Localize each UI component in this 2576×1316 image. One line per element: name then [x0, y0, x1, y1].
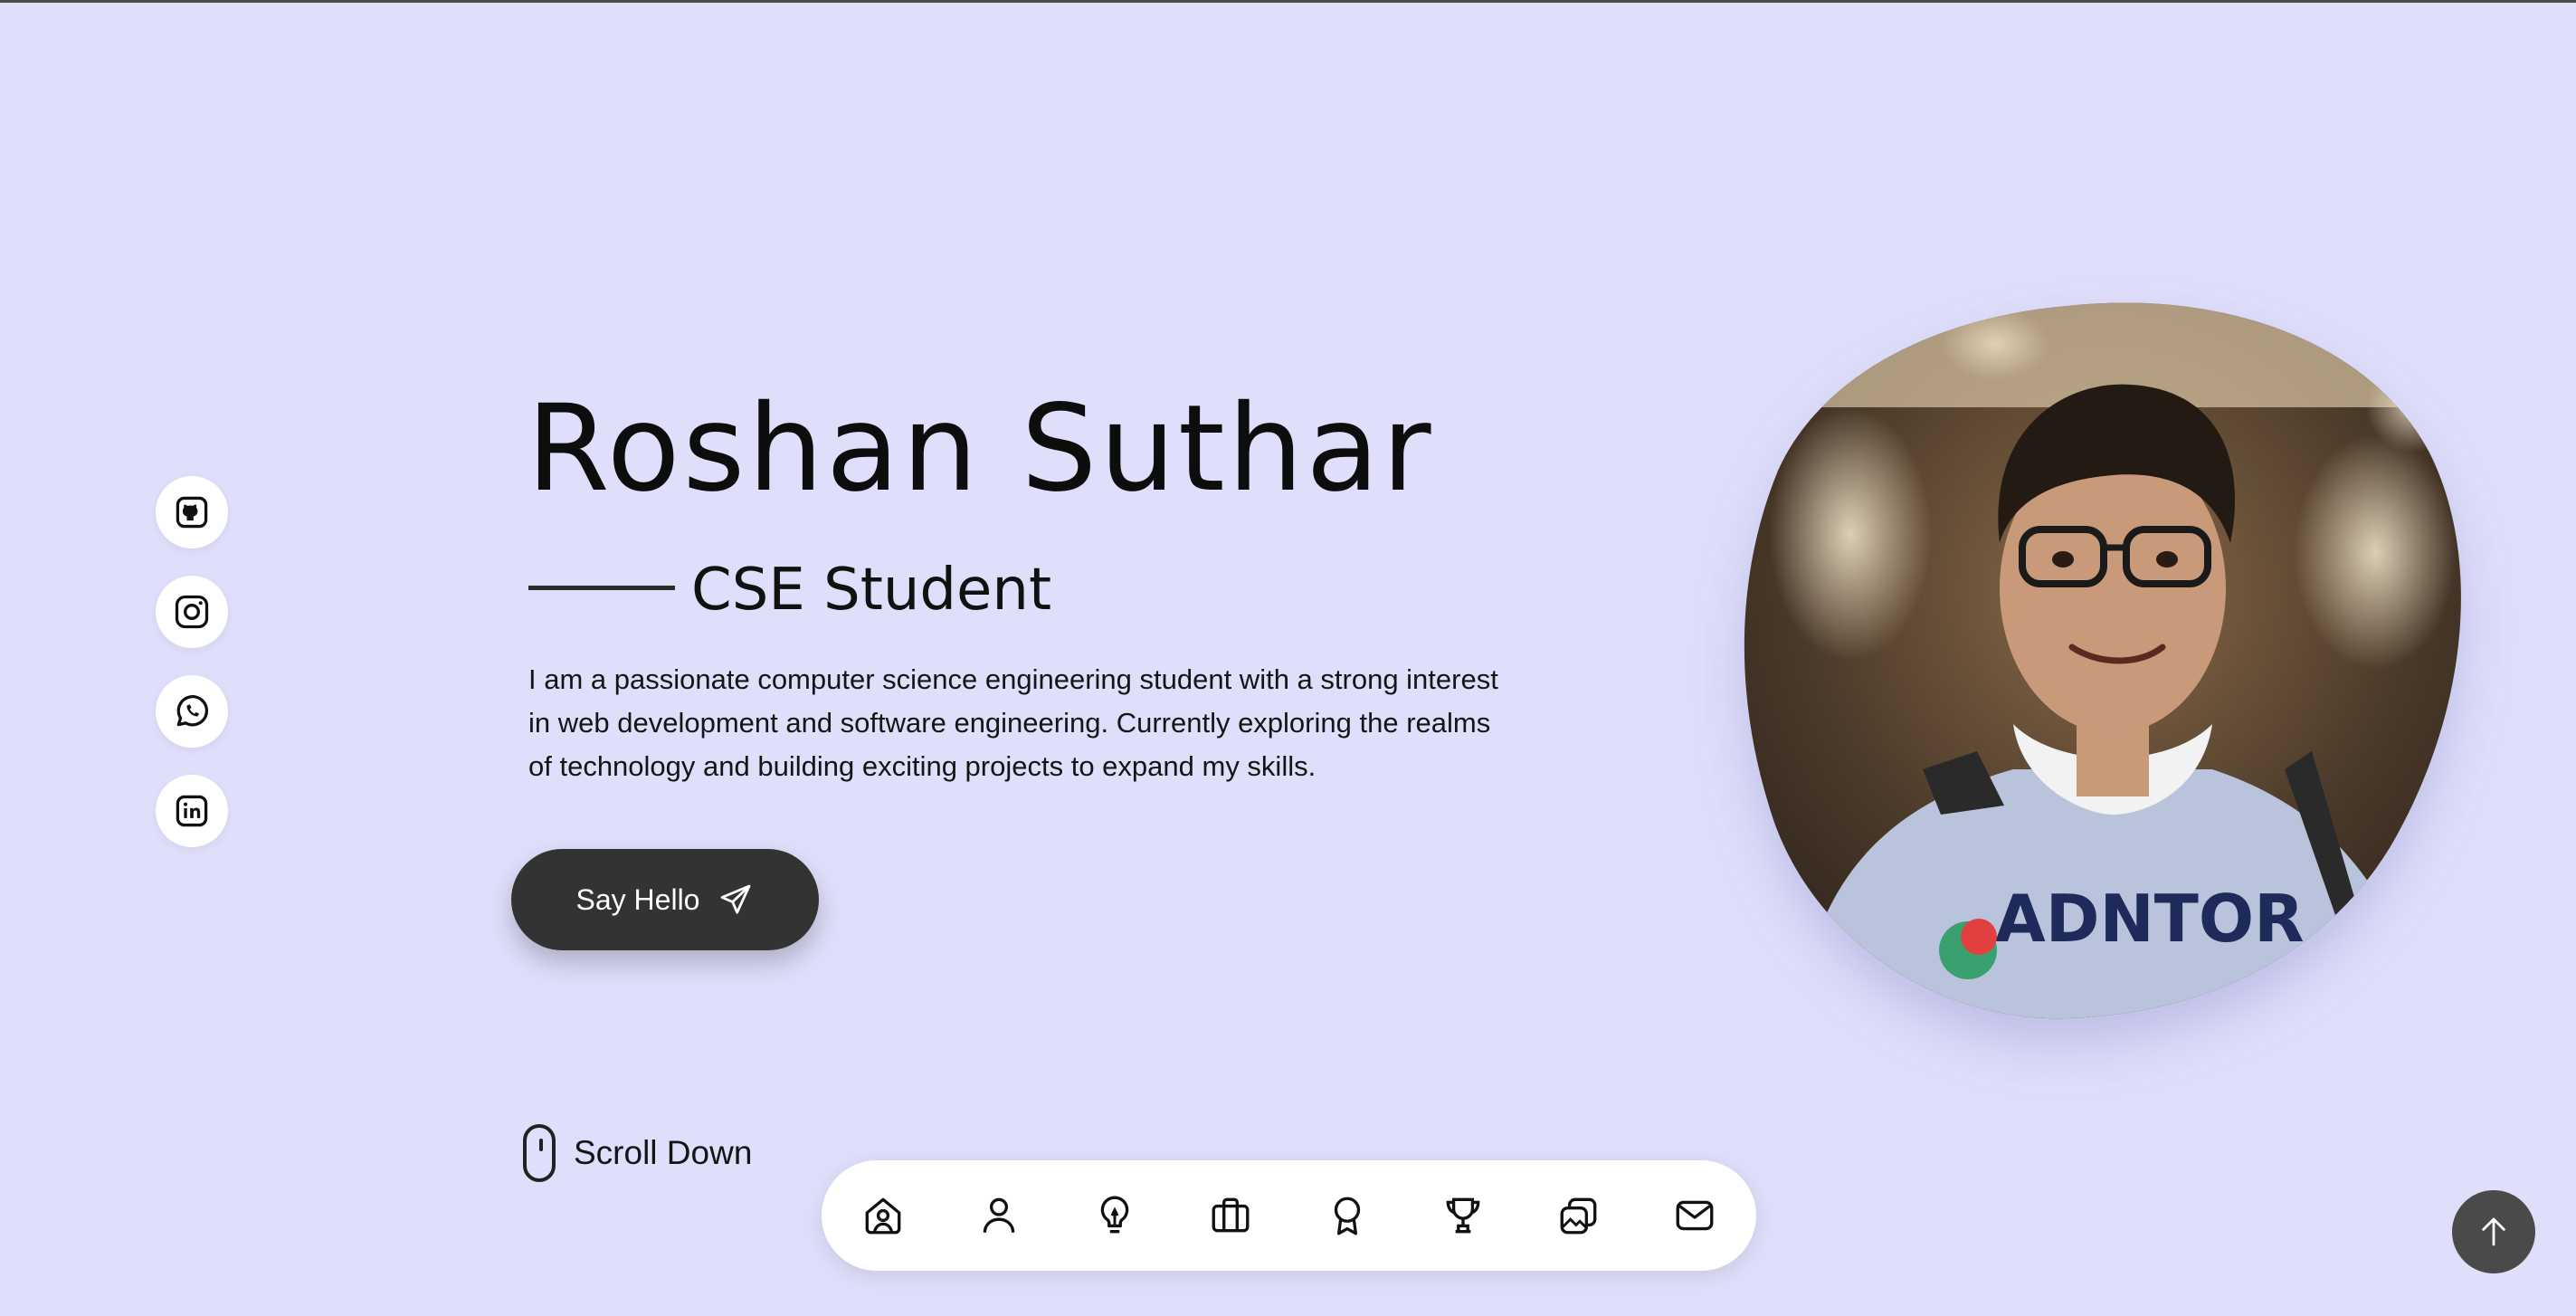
instagram-icon: [175, 595, 209, 629]
profile-title: CSE Student: [691, 557, 1052, 624]
top-border: [0, 0, 2576, 3]
say-hello-button[interactable]: Say Hello: [511, 849, 819, 950]
nav-certificates[interactable]: [1318, 1187, 1376, 1244]
profile-bio: I am a passionate computer science engin…: [528, 663, 1498, 782]
say-hello-label: Say Hello: [575, 882, 700, 916]
linkedin-icon: [176, 795, 208, 827]
nav-home[interactable]: [854, 1187, 912, 1244]
github-icon: [176, 496, 208, 529]
profile-name: Roshan Suthar: [527, 379, 1434, 519]
github-link[interactable]: [156, 476, 228, 548]
instagram-link[interactable]: [156, 576, 228, 648]
nav-about[interactable]: [970, 1187, 1028, 1244]
nav-skills[interactable]: [1086, 1187, 1144, 1244]
nav-achievements[interactable]: [1434, 1187, 1492, 1244]
bottom-nav: [822, 1160, 1756, 1271]
profile-photo: ADNTOR: [1742, 299, 2470, 1027]
scroll-down-link[interactable]: Scroll Down: [523, 1124, 752, 1182]
mouse-icon: [523, 1124, 556, 1182]
lightbulb-icon: [1101, 1196, 1129, 1234]
nav-projects[interactable]: [1202, 1187, 1259, 1244]
whatsapp-icon: [176, 695, 209, 727]
user-icon: [983, 1197, 1015, 1233]
arrow-up-icon: [2482, 1217, 2505, 1246]
whatsapp-link[interactable]: [156, 675, 228, 748]
scroll-down-label: Scroll Down: [574, 1134, 753, 1171]
mail-icon: [1676, 1200, 1714, 1231]
subtitle-divider: [528, 586, 675, 590]
gallery-icon: [1560, 1197, 1597, 1235]
send-icon: [721, 884, 751, 914]
award-icon: [1334, 1197, 1360, 1235]
nav-gallery[interactable]: [1550, 1187, 1608, 1244]
home-icon: [865, 1197, 901, 1235]
scroll-top-button[interactable]: [2452, 1190, 2535, 1273]
trophy-icon: [1446, 1197, 1480, 1234]
briefcase-icon: [1212, 1197, 1250, 1233]
linkedin-link[interactable]: [156, 775, 228, 847]
shirt-text: ADNTOR: [1995, 881, 2305, 957]
nav-contact[interactable]: [1666, 1187, 1724, 1244]
